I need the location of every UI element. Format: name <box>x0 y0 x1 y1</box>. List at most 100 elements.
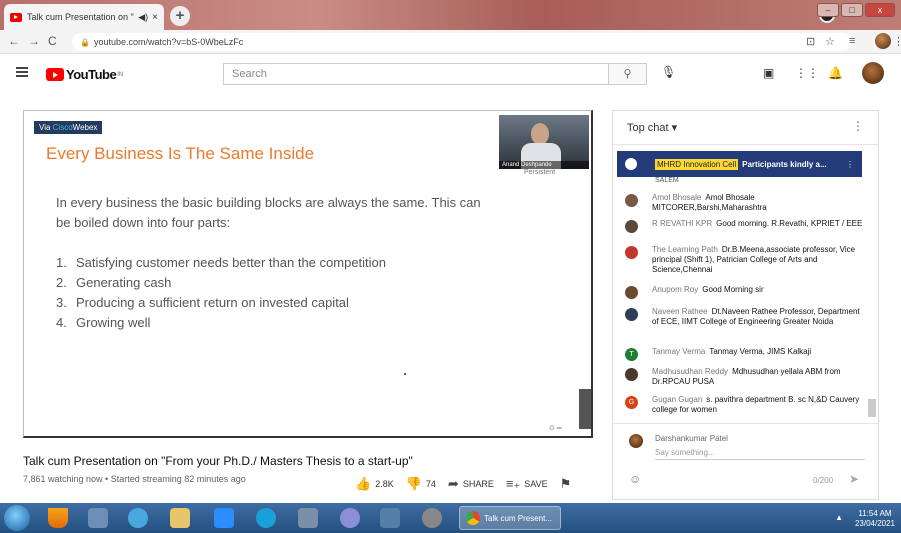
browser-menu-icon[interactable]: ⋮ <box>893 35 901 48</box>
youtube-logo[interactable]: YouTube IN <box>46 67 123 82</box>
like-button[interactable]: 👍 2.8K <box>355 476 394 492</box>
pinned-author: MHRD Innovation Cell <box>655 158 739 170</box>
chat-message: Naveen Rathee Dt.Naveen Rathee Professor,… <box>625 307 865 327</box>
slide-intro: In every business the basic building blo… <box>56 195 481 230</box>
live-chat-panel: Top chat ▾ ⋮ MHRD Innovation Cell Partic… <box>612 110 879 500</box>
emoji-icon[interactable]: ☺ <box>629 472 641 486</box>
share-button[interactable]: ➦ SHARE <box>448 476 494 492</box>
slide-list-item: 3. Producing a sufficient return on inves… <box>56 295 349 310</box>
slide-list-item: 1. Satisfying customer needs better than … <box>56 255 387 270</box>
search-app-icon[interactable] <box>128 508 148 528</box>
chat-avatar: G <box>625 396 638 409</box>
pinned-message[interactable]: MHRD Innovation Cell Participants kindly… <box>617 151 862 177</box>
char-counter: 0/200 <box>813 476 834 485</box>
chat-message: Madhusudhan Reddy Mdhusudhan yellala ABM … <box>625 367 865 387</box>
pinned-more-icon[interactable]: ⋮ <box>846 160 854 169</box>
user-chat-avatar <box>629 434 643 448</box>
chat-message: The Learning Path Dr.B.Meena,associate pr… <box>625 245 865 275</box>
chat-scrollbar[interactable] <box>868 399 876 417</box>
notifications-bell-icon[interactable]: 🔔 <box>828 66 843 80</box>
chat-avatar <box>625 308 638 321</box>
translate-icon[interactable]: ⊡ <box>806 35 815 48</box>
webex-badge: Via CiscoWebex <box>34 121 103 134</box>
chat-mode-dropdown[interactable]: Top chat ▾ <box>627 121 677 134</box>
zoom-icon[interactable] <box>214 508 234 528</box>
new-tab-button[interactable]: + <box>170 6 190 26</box>
chat-input-area: Darshankumar Patel Say something... ☺ 0/… <box>613 423 878 501</box>
reload-icon[interactable]: C <box>48 34 57 48</box>
app-icon[interactable] <box>298 508 318 528</box>
chat-message-input[interactable]: Say something... <box>655 448 865 460</box>
chat-message: G Gugan Gugan s. pavithra department B. s… <box>625 395 865 415</box>
chat-avatar <box>625 220 638 233</box>
search-icon: ⚲ <box>623 68 632 80</box>
pinned-text: Participants kindly a... <box>742 159 827 169</box>
tab-title: Talk cum Presentation on "Fr <box>27 12 135 22</box>
chat-user-name: Darshankumar Patel <box>655 434 728 443</box>
microphone-icon[interactable]: 🎙 <box>661 65 676 79</box>
url-text: youtube.com/watch?v=bS-0WbeLzFc <box>93 37 244 47</box>
browser-tab[interactable]: Talk cum Presentation on "Fr ◀) × <box>4 4 164 30</box>
forward-icon[interactable]: → <box>28 34 40 48</box>
reading-list-icon[interactable]: ≡ <box>849 35 855 47</box>
slide-list: 1. Satisfying customer needs better than … <box>56 253 386 333</box>
maximize-button[interactable]: □ <box>841 3 863 17</box>
thumbs-up-icon: 👍 <box>355 476 372 491</box>
url-bar[interactable]: 🔒 youtube.com/watch?v=bS-0WbeLzFc <box>72 33 852 51</box>
hamburger-menu-icon[interactable] <box>16 67 28 69</box>
video-actions: 👍 2.8K 👎 74 ➦ SHARE ≡₊ SAVE ⚑ <box>355 476 587 492</box>
chat-partial-message: SALEM <box>655 177 679 184</box>
video-title: Talk cum Presentation on "From your Ph.D… <box>23 454 413 468</box>
presenter-company: Persistent <box>524 169 556 176</box>
slide-scrollbar[interactable] <box>579 389 591 429</box>
system-clock[interactable]: 11:54 AM 23/04/2021 <box>855 509 895 529</box>
chat-avatar <box>625 368 638 381</box>
chrome-icon <box>466 511 480 525</box>
windows-taskbar: Talk cum Present... ▲ 11:54 AM 23/04/202… <box>0 503 901 533</box>
slide-list-item: 2. Generating cash <box>56 275 172 290</box>
youtube-header: YouTube IN Search ⚲ 🎙 ▣ ⋮⋮ 🔔 <box>0 55 901 95</box>
pinned-author-avatar <box>625 158 637 170</box>
search-button[interactable]: ⚲ <box>609 63 647 85</box>
minimize-button[interactable]: – <box>817 3 839 17</box>
app-icon[interactable] <box>422 508 442 528</box>
apps-grid-icon[interactable]: ⋮⋮ <box>795 66 819 80</box>
user-avatar[interactable] <box>862 62 884 84</box>
browser-profile-avatar[interactable] <box>875 33 891 49</box>
search-input[interactable]: Search <box>223 63 609 85</box>
save-button[interactable]: ≡₊ SAVE <box>506 476 548 492</box>
flag-icon: ⚑ <box>559 476 572 491</box>
chat-message: Amol Bhosale Amol Bhosale MITCORER,Barshi… <box>625 193 865 213</box>
taskbar-active-window[interactable]: Talk cum Present... <box>459 506 561 530</box>
dislike-button[interactable]: 👎 74 <box>406 476 436 492</box>
back-icon[interactable]: ← <box>8 34 20 48</box>
calculator-icon[interactable] <box>380 508 400 528</box>
chat-more-icon[interactable]: ⋮ <box>852 119 864 133</box>
r-app-icon[interactable] <box>340 508 360 528</box>
share-icon: ➦ <box>447 476 459 491</box>
tray-arrow-icon[interactable]: ▲ <box>835 513 843 522</box>
create-video-icon[interactable]: ▣ <box>763 66 774 80</box>
chat-header: Top chat ▾ ⋮ <box>613 111 878 145</box>
tab-close-button[interactable]: × <box>152 12 158 23</box>
video-player[interactable]: Via CiscoWebex Every Business Is The Sam… <box>23 110 593 438</box>
webex-watermark-icon: ⊙ ═ <box>549 425 562 432</box>
send-icon[interactable]: ➤ <box>849 472 859 486</box>
save-playlist-icon: ≡₊ <box>505 476 521 491</box>
start-button[interactable] <box>4 505 30 531</box>
chat-message: Anupom Roy Good Morning sir <box>625 285 865 299</box>
speaker-icon[interactable]: ◀) <box>138 12 148 23</box>
video-meta: 7,861 watching now • Started streaming 8… <box>23 474 246 484</box>
slide-title: Every Business Is The Same Inside <box>46 144 315 163</box>
edge-icon[interactable] <box>256 508 276 528</box>
report-button[interactable]: ⚑ <box>560 476 576 492</box>
app-icon[interactable] <box>88 508 108 528</box>
window-controls: – □ x <box>817 3 895 17</box>
window-close-button[interactable]: x <box>865 3 895 17</box>
file-explorer-icon[interactable] <box>170 508 190 528</box>
youtube-play-logo-icon <box>46 68 64 81</box>
youtube-wordmark: YouTube <box>66 67 117 82</box>
bookmark-star-icon[interactable]: ☆ <box>825 35 835 48</box>
vlc-icon[interactable] <box>48 508 68 528</box>
lock-icon: 🔒 <box>80 38 90 47</box>
